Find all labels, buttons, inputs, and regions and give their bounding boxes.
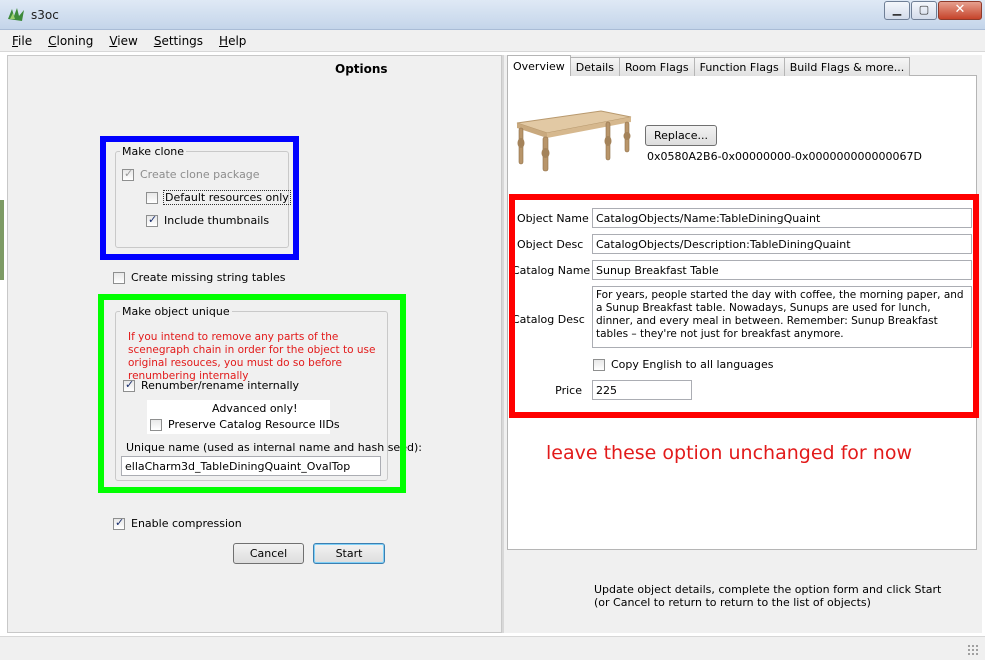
- menu-help[interactable]: Help: [219, 34, 246, 48]
- status-message: Update object details, complete the opti…: [594, 583, 941, 609]
- cancel-button[interactable]: Cancel: [233, 543, 304, 564]
- start-button[interactable]: Start: [313, 543, 385, 564]
- menu-cloning[interactable]: Cloning: [48, 34, 93, 48]
- tab-function-flags[interactable]: Function Flags: [693, 57, 785, 76]
- tab-room-flags[interactable]: Room Flags: [618, 57, 695, 76]
- enable-compression-checkbox[interactable]: Enable compression: [113, 516, 242, 530]
- resize-grip-icon[interactable]: [967, 644, 979, 656]
- blue-highlight-frame: [100, 136, 299, 260]
- create-missing-string-tables-label: Create missing string tables: [131, 271, 286, 284]
- status-line-2: (or Cancel to return to return to the li…: [594, 596, 871, 609]
- menu-settings[interactable]: Settings: [154, 34, 203, 48]
- maximize-icon: ▢: [918, 3, 930, 16]
- background-strip: [0, 200, 4, 280]
- menu-file[interactable]: File: [12, 34, 32, 48]
- close-icon: ✕: [954, 2, 966, 17]
- status-bar: [0, 636, 985, 660]
- tab-details[interactable]: Details: [569, 57, 620, 76]
- object-thumbnail: [516, 110, 632, 172]
- close-button[interactable]: ✕: [938, 1, 982, 20]
- checkbox-box: [113, 516, 125, 530]
- red-highlight-frame: [509, 194, 979, 418]
- checkbox-box: [113, 271, 125, 284]
- replace-button[interactable]: Replace...: [645, 125, 717, 146]
- title-bar: s3oc ▁ ▢ ✕: [0, 0, 985, 30]
- replace-button-label: Replace...: [653, 129, 708, 142]
- cancel-button-label: Cancel: [249, 547, 288, 560]
- annotation-note: leave these option unchanged for now: [546, 442, 912, 464]
- menu-bar: File Cloning View Settings Help: [0, 30, 985, 52]
- enable-compression-label: Enable compression: [131, 517, 242, 530]
- minimize-icon: ▁: [892, 3, 902, 16]
- maximize-button[interactable]: ▢: [911, 1, 937, 20]
- status-line-1: Update object details, complete the opti…: [594, 583, 942, 596]
- resource-iid: 0x0580A2B6-0x00000000-0x000000000000067D: [647, 150, 922, 163]
- tab-build-flags[interactable]: Build Flags & more...: [783, 57, 911, 76]
- options-heading: Options: [335, 62, 388, 76]
- menu-view[interactable]: View: [109, 34, 137, 48]
- app-icon: [8, 8, 24, 21]
- minimize-button[interactable]: ▁: [884, 1, 910, 20]
- window-title: s3oc: [31, 8, 59, 22]
- green-highlight-frame: [98, 294, 406, 493]
- tab-strip: Overview Details Room Flags Function Fla…: [507, 55, 911, 76]
- create-missing-string-tables-checkbox[interactable]: Create missing string tables: [113, 271, 285, 284]
- tab-overview[interactable]: Overview: [507, 55, 571, 76]
- start-button-label: Start: [335, 547, 363, 560]
